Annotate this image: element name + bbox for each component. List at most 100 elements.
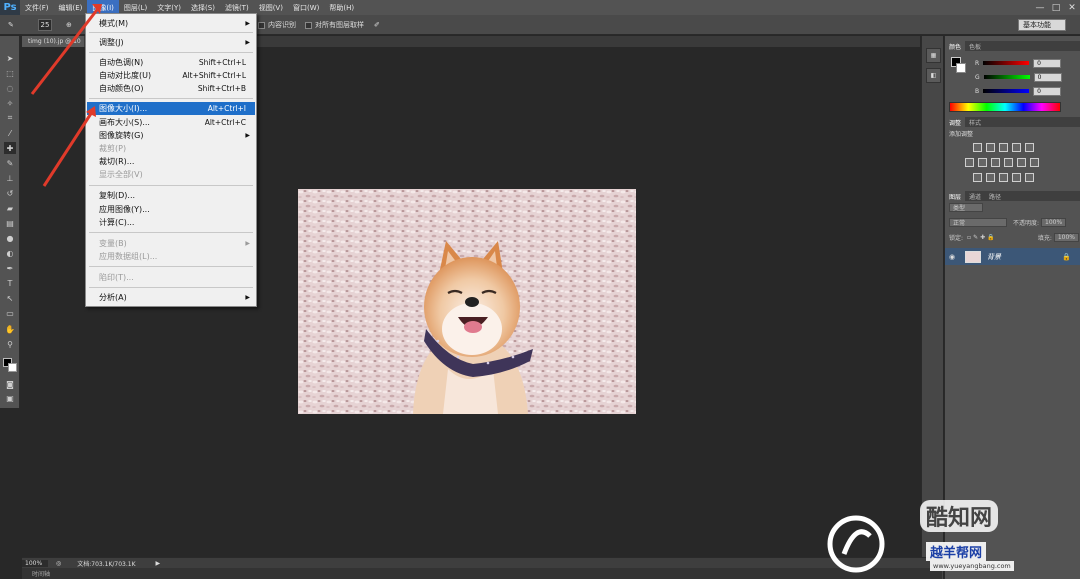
menu-image-size[interactable]: 图像大小(I)... Alt+Ctrl+I — [87, 102, 255, 115]
blend-mode-select[interactable]: 正常 — [949, 218, 1007, 227]
workspace-select[interactable]: 基本功能 — [1018, 19, 1066, 31]
content-aware-radio[interactable] — [258, 21, 265, 29]
menu-file[interactable]: 文件(F) — [20, 0, 54, 15]
menu-edit[interactable]: 编辑(E) — [54, 0, 88, 15]
quick-mask-icon[interactable]: ◙ — [4, 378, 16, 390]
sample-all-layers-option[interactable]: 对所有图层取样 — [305, 19, 364, 31]
menu-auto-contrast[interactable]: 自动对比度(U) Alt+Shift+Ctrl+L — [87, 69, 255, 82]
timeline-tab[interactable]: 时间轴 — [22, 568, 942, 579]
menu-mode[interactable]: 模式(M) ▶ — [87, 17, 255, 30]
eraser-tool-icon[interactable]: ▰ — [4, 202, 16, 214]
screen-mode-icon[interactable]: ▣ — [4, 392, 16, 404]
history-panel-icon[interactable]: ▦ — [926, 48, 941, 63]
menu-apply-data-set[interactable]: 应用数据组(L)... — [87, 250, 255, 263]
color-panel-background-swatch[interactable] — [956, 63, 966, 73]
fill-field[interactable]: 100% — [1053, 233, 1079, 242]
maximize-button[interactable]: □ — [1048, 0, 1064, 15]
tab-swatches[interactable]: 色板 — [965, 41, 985, 51]
posterize-icon[interactable] — [986, 173, 995, 182]
blue-channel-slider[interactable] — [983, 89, 1030, 93]
eyedropper-tool-icon[interactable]: ⁄ — [4, 127, 16, 139]
levels-icon[interactable] — [986, 143, 995, 152]
history-brush-tool-icon[interactable]: ↺ — [4, 187, 16, 199]
document-tab[interactable]: timg (10).jp @ 10 — [22, 36, 84, 47]
shape-tool-icon[interactable]: ▭ — [4, 307, 16, 319]
clone-stamp-tool-icon[interactable]: ⊥ — [4, 172, 16, 184]
lasso-tool-icon[interactable]: ◌ — [4, 82, 16, 94]
status-menu-icon[interactable]: ◎ — [56, 560, 61, 567]
opacity-field[interactable]: 100% — [1041, 218, 1067, 227]
red-channel-value[interactable]: 0 — [1033, 58, 1062, 68]
zoom-level-field[interactable]: 100% — [22, 559, 48, 567]
pen-tool-icon[interactable]: ✒ — [4, 262, 16, 274]
lock-icons[interactable]: ▫✎✚🔒 — [967, 234, 997, 241]
curves-icon[interactable] — [999, 143, 1008, 152]
menu-trap[interactable]: 陷印(T)... — [87, 271, 255, 284]
dodge-tool-icon[interactable]: ◐ — [4, 247, 16, 259]
crop-tool-icon[interactable]: ⌗ — [4, 112, 16, 124]
selective-color-icon[interactable] — [1012, 173, 1021, 182]
green-channel-slider[interactable] — [983, 75, 1030, 79]
healing-brush-tool-icon[interactable]: ✚ — [4, 142, 16, 154]
properties-panel-icon[interactable]: ◧ — [926, 68, 941, 83]
green-channel-value[interactable]: 0 — [1033, 72, 1062, 82]
move-tool-icon[interactable]: ➤ — [4, 52, 16, 64]
hue-saturation-icon[interactable] — [965, 158, 974, 167]
gradient-tool-icon[interactable]: ▤ — [4, 217, 16, 229]
tab-layers[interactable]: 图层 — [945, 191, 966, 201]
menu-trim[interactable]: 裁切(R)... — [87, 155, 255, 168]
background-color-swatch[interactable] — [8, 363, 17, 372]
canvas-image[interactable] — [298, 189, 636, 414]
menu-duplicate[interactable]: 复制(D)... — [87, 189, 255, 202]
menu-calculations[interactable]: 计算(C)... — [87, 216, 255, 229]
menu-reveal-all[interactable]: 显示全部(V) — [87, 168, 255, 181]
exposure-icon[interactable] — [1012, 143, 1021, 152]
menu-image-rotation[interactable]: 图像旋转(G) ▶ — [87, 129, 255, 142]
tab-channels[interactable]: 通道 — [965, 191, 985, 201]
content-aware-option[interactable]: 内容识别 — [258, 19, 296, 31]
sample-all-layers-checkbox[interactable] — [305, 21, 312, 29]
minimize-button[interactable]: — — [1032, 0, 1048, 15]
menu-variables[interactable]: 变量(B) ▶ — [87, 237, 255, 250]
hand-tool-icon[interactable]: ✋ — [4, 323, 16, 335]
zoom-tool-icon[interactable]: ⚲ — [4, 338, 16, 350]
source-options-icon[interactable]: ⊕ — [66, 19, 72, 31]
healing-brush-icon[interactable]: ✎ — [8, 19, 14, 31]
blur-tool-icon[interactable]: ● — [4, 232, 16, 244]
brush-size-preset[interactable]: 25 — [38, 19, 52, 31]
tab-color[interactable]: 颜色 — [945, 41, 966, 51]
menu-adjust[interactable]: 调整(J) ▶ — [87, 36, 255, 49]
menu-window[interactable]: 窗口(W) — [288, 0, 324, 15]
channel-mixer-icon[interactable] — [1017, 158, 1026, 167]
menu-auto-tone[interactable]: 自动色调(N) Shift+Ctrl+L — [87, 56, 255, 69]
menu-analysis[interactable]: 分析(A) ▶ — [87, 291, 255, 304]
color-balance-icon[interactable] — [978, 158, 987, 167]
color-lookup-icon[interactable] — [1030, 158, 1039, 167]
invert-icon[interactable] — [973, 173, 982, 182]
path-select-tool-icon[interactable]: ↖ — [4, 292, 16, 304]
brightness-icon[interactable] — [973, 143, 982, 152]
tab-paths[interactable]: 路径 — [985, 191, 1005, 201]
layer-name[interactable]: 背景 — [987, 252, 1001, 262]
gradient-map-icon[interactable] — [1025, 173, 1034, 182]
menu-help[interactable]: 帮助(H) — [324, 0, 359, 15]
quick-select-tool-icon[interactable]: ✧ — [4, 97, 16, 109]
tab-styles[interactable]: 样式 — [965, 117, 985, 127]
menu-apply-image[interactable]: 应用图像(Y)... — [87, 203, 255, 216]
vibrance-icon[interactable] — [1025, 143, 1034, 152]
menu-canvas-size[interactable]: 画布大小(S)... Alt+Ctrl+C — [87, 116, 255, 129]
visibility-eye-icon[interactable]: ◉ — [945, 253, 959, 261]
threshold-icon[interactable] — [999, 173, 1008, 182]
menu-auto-color[interactable]: 自动颜色(O) Shift+Ctrl+B — [87, 82, 255, 95]
layer-kind-filter[interactable]: 类型 — [949, 203, 983, 212]
close-button[interactable]: ✕ — [1064, 0, 1080, 15]
photo-filter-icon[interactable] — [1004, 158, 1013, 167]
status-arrow-icon[interactable]: ▶ — [156, 560, 161, 567]
layer-row-background[interactable]: ◉ 背景 🔒 — [945, 248, 1080, 265]
tab-adjustments[interactable]: 调整 — [945, 117, 966, 127]
menu-view[interactable]: 视图(V) — [254, 0, 288, 15]
color-spectrum-ramp[interactable] — [949, 102, 1061, 112]
red-channel-slider[interactable] — [983, 61, 1030, 65]
pressure-icon[interactable]: ✐ — [374, 19, 380, 31]
black-white-icon[interactable] — [991, 158, 1000, 167]
